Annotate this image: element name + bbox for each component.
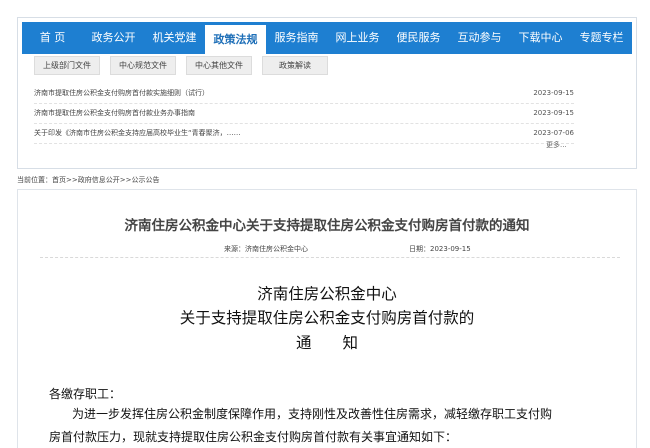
paragraph-line: 房首付款压力，现就支持提取住房公积金支付购房首付款有关事宜通知如下： — [49, 430, 458, 444]
subtab-superior-docs[interactable]: 上级部门文件 — [34, 56, 100, 75]
nav-downloads[interactable]: 下载中心 — [510, 22, 571, 54]
list-item-date: 2023-09-15 — [533, 109, 574, 117]
list-item-date: 2023-09-15 — [533, 89, 574, 97]
policy-list: 济南市提取住房公积金支付购房首付款实施细则（试行） 2023-09-15 济南市… — [34, 84, 574, 144]
nav-interaction[interactable]: 互动参与 — [449, 22, 510, 54]
list-item-title[interactable]: 关于印发《济南市住房公积金支持应届高校毕业生“青春聚济，…… — [34, 124, 241, 143]
nav-convenience[interactable]: 便民服务 — [388, 22, 449, 54]
list-item: 济南市提取住房公积金支付购房首付款实施细则（试行） 2023-09-15 — [34, 84, 574, 104]
subtab-center-other[interactable]: 中心其他文件 — [186, 56, 252, 75]
list-item-title[interactable]: 济南市提取住房公积金支付购房首付款业务办事指南 — [34, 104, 195, 123]
policy-subtabs: 上级部门文件 中心规范文件 中心其他文件 政策解读 — [34, 56, 328, 75]
list-item: 关于印发《济南市住房公积金支持应届高校毕业生“青春聚济，…… 2023-07-0… — [34, 124, 574, 144]
nav-online-business[interactable]: 网上业务 — [327, 22, 388, 54]
nav-policies[interactable]: 政策法规 — [205, 25, 266, 54]
paragraph-line: 为进一步发挥住房公积金制度保障作用，支持刚性及改善性住房需求，减轻缴存职工支付购 — [72, 407, 553, 421]
nav-service-guide[interactable]: 服务指南 — [266, 22, 327, 54]
nav-special-topics[interactable]: 专题专栏 — [571, 22, 632, 54]
main-nav: 首 页 政务公开 机关党建 政策法规 服务指南 网上业务 便民服务 互动参与 下… — [22, 22, 632, 54]
article-source: 来源：济南住房公积金中心 — [224, 245, 308, 253]
breadcrumb: 当前位置：首页>>政府信息公开>>公示公告 — [17, 176, 160, 184]
nav-party-building[interactable]: 机关党建 — [144, 22, 205, 54]
list-item-title[interactable]: 济南市提取住房公积金支付购房首付款实施细则（试行） — [34, 84, 209, 103]
nav-home[interactable]: 首 页 — [22, 22, 83, 54]
subtab-center-norms[interactable]: 中心规范文件 — [110, 56, 176, 75]
more-link[interactable]: 更多... — [546, 140, 567, 150]
subtab-policy-interpretation[interactable]: 政策解读 — [262, 56, 328, 75]
column-panel: 首 页 政务公开 机关党建 政策法规 服务指南 网上业务 便民服务 互动参与 下… — [17, 17, 637, 169]
article-title: 济南住房公积金中心关于支持提取住房公积金支付购房首付款的通知 — [124, 218, 530, 234]
doc-issuer: 济南住房公积金中心 — [257, 285, 397, 303]
doc-kind: 通 知 — [295, 334, 358, 352]
article-panel: 济南住房公积金中心关于支持提取住房公积金支付购房首付款的通知 来源：济南住房公积… — [17, 189, 637, 448]
salutation: 各缴存职工： — [49, 387, 122, 401]
nav-gov-affairs[interactable]: 政务公开 — [83, 22, 144, 54]
doc-subject: 关于支持提取住房公积金支付购房首付款的 — [179, 309, 475, 327]
list-item: 济南市提取住房公积金支付购房首付款业务办事指南 2023-09-15 — [34, 104, 574, 124]
article-date: 日期：2023-09-15 — [409, 245, 471, 253]
divider — [40, 257, 620, 258]
